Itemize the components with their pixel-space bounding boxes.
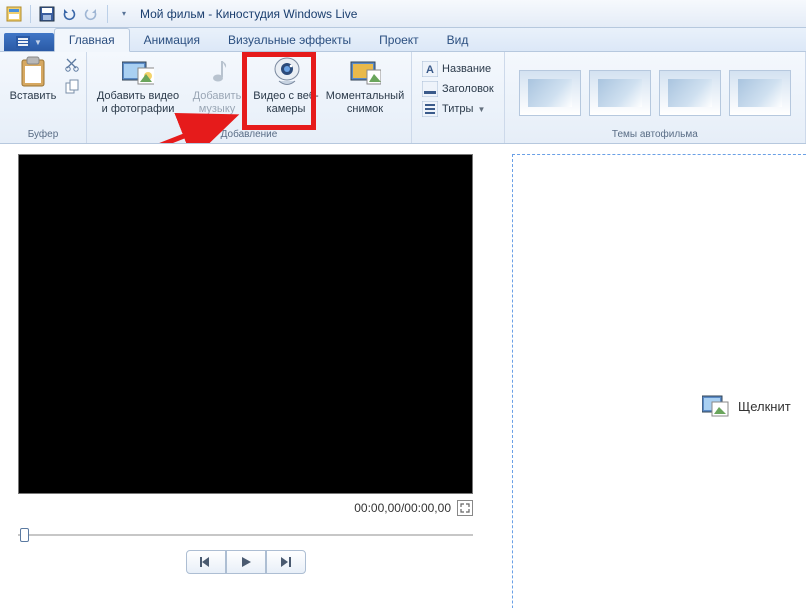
group-themes-label: Темы автофильма [511,127,799,143]
video-preview[interactable] [18,154,473,494]
file-tab-icon [16,36,30,48]
drop-zone[interactable] [512,154,806,608]
redo-icon[interactable] [83,6,99,22]
quick-access-toolbar: ▾ [6,5,132,23]
file-tab[interactable]: ▼ [4,33,54,51]
next-frame-button[interactable] [266,550,306,574]
caption-button[interactable]: Заголовок [418,80,498,98]
add-music-label: Добавить музыку [187,90,247,115]
caption-icon [422,81,438,97]
prev-frame-button[interactable] [186,550,226,574]
media-placeholder-icon [702,394,730,418]
ribbon: Вставить Буфер Добавить видео и фотограф… [0,52,806,144]
theme-thumbnail[interactable] [659,70,721,116]
time-row: 00:00,00/00:00,00 [18,500,473,516]
chevron-down-icon: ▼ [34,38,42,47]
title-name-label: Название [442,63,491,75]
qat-customize-icon[interactable]: ▾ [116,6,132,22]
playback-controls [18,550,473,574]
tab-project[interactable]: Проект [365,29,433,51]
caption-label: Заголовок [442,83,494,95]
group-text-items: A Название Заголовок Титры ▼ [412,52,505,143]
add-media-button[interactable]: Добавить видео и фотографии [93,54,183,115]
time-display: 00:00,00/00:00,00 [354,501,451,515]
ribbon-tabs: ▼ Главная Анимация Визуальные эффекты Пр… [0,28,806,52]
tab-animation[interactable]: Анимация [130,29,214,51]
slider-thumb[interactable] [20,528,29,542]
title-name-button[interactable]: A Название [418,60,498,78]
group-buffer: Вставить Буфер [0,52,87,143]
chevron-down-icon: ▼ [213,115,221,124]
credits-label: Титры [442,103,473,115]
storyboard-placeholder-text: Щелкнит [738,399,791,414]
title-bar: ▾ Мой фильм - Киностудия Windows Live [0,0,806,28]
group-themes: Темы автофильма [505,52,806,143]
play-button[interactable] [226,550,266,574]
webcam-icon [270,56,302,88]
music-note-icon [201,56,233,88]
theme-thumbnail[interactable] [729,70,791,116]
add-music-button[interactable]: Добавить музыку ▼ [187,54,247,124]
theme-thumbnail[interactable] [519,70,581,116]
preview-pane: 00:00,00/00:00,00 [0,144,492,608]
group-buffer-label: Буфер [6,127,80,143]
theme-thumbnail[interactable] [589,70,651,116]
seek-slider[interactable] [18,528,473,540]
credits-button[interactable]: Титры ▼ [418,100,498,118]
tab-visual-effects[interactable]: Визуальные эффекты [214,29,365,51]
main-content: 00:00,00/00:00,00 Щелкн [0,144,806,608]
group-add: Добавить видео и фотографии Добавить муз… [87,52,412,143]
clipboard-small-buttons [64,54,80,100]
tab-view[interactable]: Вид [433,29,483,51]
svg-text:A: A [426,64,434,76]
film-photo-icon [122,56,154,88]
window-title: Мой фильм - Киностудия Windows Live [140,7,357,21]
storyboard-pane[interactable]: Щелкнит [492,144,806,608]
paste-label: Вставить [10,90,57,103]
cut-icon[interactable] [64,56,80,77]
tab-home[interactable]: Главная [54,28,130,52]
webcam-label: Видео с веб-камеры [251,90,321,115]
slider-track [18,534,473,536]
snapshot-icon [349,56,381,88]
add-media-label: Добавить видео и фотографии [93,90,183,115]
paste-button[interactable]: Вставить [6,54,60,103]
snapshot-label: Моментальный снимок [325,90,405,115]
text-a-icon: A [422,61,438,77]
clipboard-icon [17,56,49,88]
undo-icon[interactable] [61,6,77,22]
group-add-label: Добавление [93,127,405,143]
snapshot-button[interactable]: Моментальный снимок [325,54,405,115]
fullscreen-icon[interactable] [457,500,473,516]
chevron-down-icon: ▼ [477,105,485,114]
storyboard-placeholder[interactable]: Щелкнит [702,394,791,418]
app-icon [6,6,22,22]
copy-icon[interactable] [64,79,80,100]
webcam-video-button[interactable]: Видео с веб-камеры [251,54,321,115]
credits-icon [422,101,438,117]
save-icon[interactable] [39,6,55,22]
